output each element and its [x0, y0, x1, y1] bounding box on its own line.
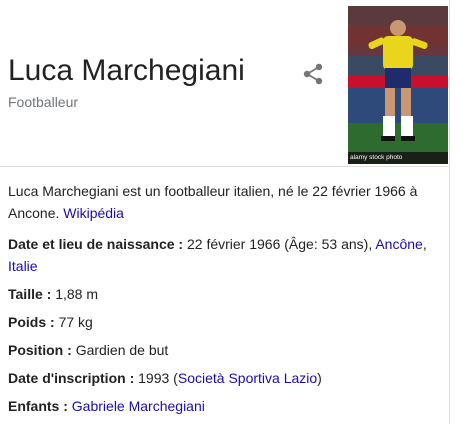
fact-label: Date et lieu de naissance	[8, 236, 175, 252]
fact-registration: Date d'inscription : 1993 (Società Sport…	[8, 370, 322, 386]
fact-label: Position	[8, 342, 64, 358]
fact-value: 77 kg	[58, 314, 93, 330]
wikipedia-link[interactable]: Wikipédia	[63, 205, 124, 221]
fact-value: Gardien de but	[75, 342, 169, 358]
club-link[interactable]: Società Sportiva Lazio	[178, 370, 317, 386]
photo-watermark: alamy stock photo	[348, 152, 448, 164]
fact-height: Taille : 1,88 m	[8, 286, 99, 302]
entity-subtitle: Footballeur	[8, 94, 79, 110]
birthplace-city-link[interactable]: Ancône	[375, 236, 422, 252]
fact-weight: Poids : 77 kg	[8, 314, 93, 330]
fact-value: 22 février 1966 (Âge: 53 ans),	[186, 236, 373, 252]
entity-title: Luca Marchegiani	[8, 54, 245, 87]
fact-position: Position : Gardien de but	[8, 342, 169, 358]
fact-label: Enfants	[8, 398, 60, 414]
fact-birth: Date et lieu de naissance : 22 février 1…	[8, 236, 427, 274]
fact-value: 1,88 m	[55, 286, 99, 302]
fact-label: Date d'inscription	[8, 370, 126, 386]
birthplace-country-link[interactable]: Italie	[8, 258, 38, 274]
entity-photo[interactable]: alamy stock photo	[348, 6, 448, 164]
goalkeeper-photo-illustration	[348, 6, 448, 164]
panel-header: Luca Marchegiani Footballeur alamy stock…	[0, 0, 449, 167]
child-link[interactable]: Gabriele Marchegiani	[72, 398, 205, 414]
fact-children: Enfants : Gabriele Marchegiani	[8, 398, 205, 414]
share-icon	[303, 63, 323, 85]
fact-value: 1993	[138, 370, 170, 386]
fact-label: Taille	[8, 286, 43, 302]
fact-label: Poids	[8, 314, 47, 330]
entity-description: Luca Marchegiani est un footballeur ital…	[8, 180, 438, 224]
knowledge-panel: Luca Marchegiani Footballeur alamy stock…	[0, 0, 450, 424]
share-button[interactable]	[300, 61, 326, 87]
